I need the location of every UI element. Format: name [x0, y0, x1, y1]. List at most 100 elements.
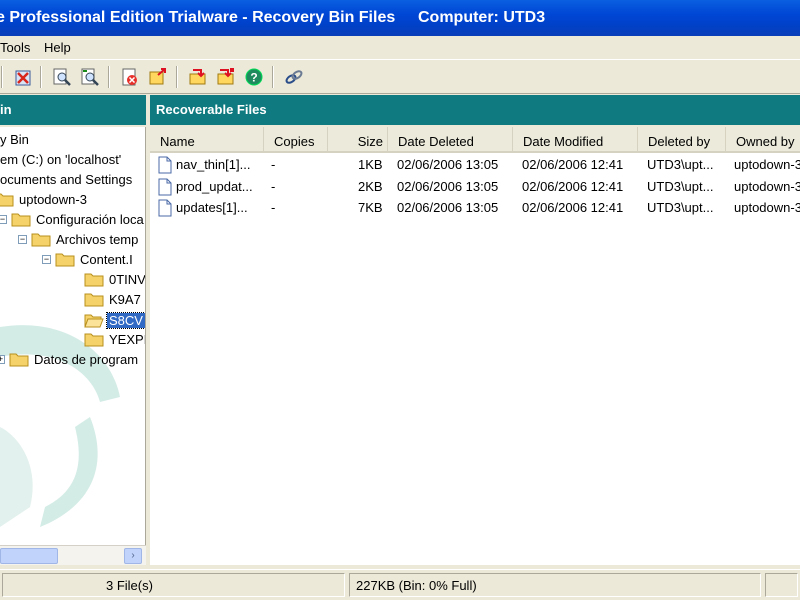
status-file-count: 3 File(s): [2, 573, 345, 597]
file-date-deleted: 02/06/2006 13:05: [397, 200, 499, 215]
file-date-modified: 02/06/2006 12:41: [522, 157, 624, 172]
file-name: nav_thin[1]...: [176, 157, 251, 172]
folder-icon: [84, 273, 104, 287]
file-size: 2KB: [358, 179, 383, 194]
tree-item-drive-c[interactable]: em (C:) on 'localhost': [0, 149, 123, 169]
file-icon: [158, 199, 172, 217]
folder-icon: [9, 353, 29, 367]
recover-icon: [189, 69, 206, 85]
collapse-icon[interactable]: −: [0, 214, 7, 224]
menu-help[interactable]: Help: [44, 40, 71, 55]
toolbar-separator: [1, 66, 3, 88]
folder-icon: [84, 333, 104, 347]
status-extra-panel: [765, 573, 798, 597]
tree-item-documents-settings[interactable]: ocuments and Settings: [0, 169, 134, 189]
tree-item-yexpi[interactable]: YEXPI: [84, 329, 145, 349]
recover-all-button[interactable]: [214, 66, 238, 88]
file-deleted-by: UTD3\upt...: [647, 157, 714, 172]
find-next-button[interactable]: [78, 66, 102, 88]
recover-all-icon: [217, 68, 234, 85]
help-button[interactable]: ?: [242, 66, 266, 88]
tree-item-0tinv[interactable]: 0TINV: [84, 269, 145, 289]
file-date-modified: 02/06/2006 12:41: [522, 200, 624, 215]
tree-item-s8cv-selected[interactable]: S8CV: [84, 310, 145, 330]
computer-name: Computer: UTD3: [418, 9, 546, 26]
column-header-owned-by[interactable]: Owned by: [726, 127, 800, 151]
column-header-date-deleted[interactable]: Date Deleted: [388, 127, 513, 151]
file-icon: [158, 156, 172, 174]
tree-item-archivos-temp[interactable]: − Archivos temp: [18, 229, 140, 249]
file-owned-by: uptodown-3: [734, 157, 800, 172]
recoverable-files-header: Recoverable Files: [150, 95, 800, 125]
scroll-right-arrow-icon[interactable]: ›: [124, 548, 142, 564]
tree-item-datos-programa[interactable]: + Datos de program: [0, 349, 140, 369]
toolbar-separator: [40, 66, 42, 88]
file-owned-by: uptodown-3: [734, 179, 800, 194]
empty-bin-icon: [15, 70, 31, 86]
file-date-deleted: 02/06/2006 13:05: [397, 157, 499, 172]
file-size: 1KB: [358, 157, 383, 172]
collapse-icon[interactable]: −: [42, 254, 51, 264]
file-size: 7KB: [358, 200, 383, 215]
tree-item-k9a7[interactable]: K9A7: [84, 289, 143, 309]
folder-tree[interactable]: y Bin em (C:) on 'localhost' ocuments an…: [0, 127, 146, 545]
title-bar[interactable]: e Professional Edition Trialware - Recov…: [0, 0, 800, 36]
file-deleted-by: UTD3\upt...: [647, 179, 714, 194]
toolbar-separator: [176, 66, 178, 88]
bin-tree-header-label: in: [0, 102, 12, 117]
recoverable-files-title: Recoverable Files: [156, 102, 267, 117]
find-button[interactable]: [50, 66, 74, 88]
menu-tools[interactable]: Tools: [0, 40, 30, 55]
file-date-modified: 02/06/2006 12:41: [522, 179, 624, 194]
tree-item-uptodown[interactable]: uptodown-3: [0, 189, 89, 209]
scroll-thumb[interactable]: [0, 548, 58, 564]
file-date-deleted: 02/06/2006 13:05: [397, 179, 499, 194]
table-row[interactable]: nav_thin[1]... - 1KB 02/06/2006 13:05 02…: [150, 155, 800, 176]
column-header-size[interactable]: Size: [328, 127, 388, 151]
tree-horizontal-scrollbar[interactable]: ›: [0, 545, 146, 565]
folder-icon: [11, 213, 31, 227]
folder-icon: [0, 193, 14, 207]
file-list[interactable]: Name Copies Size Date Deleted Date Modif…: [150, 127, 800, 565]
column-header-name[interactable]: Name: [150, 127, 264, 151]
menu-bar: Tools Help: [0, 36, 800, 60]
file-owned-by: uptodown-3: [734, 200, 800, 215]
restore-button[interactable]: [146, 66, 170, 88]
restore-icon: [149, 68, 166, 85]
tree-item-content[interactable]: − Content.I: [42, 249, 135, 269]
toolbar-separator: [272, 66, 274, 88]
recover-button[interactable]: [186, 66, 210, 88]
link-button[interactable]: [282, 66, 306, 88]
tree-item-recycle-bin[interactable]: y Bin: [0, 129, 31, 149]
collapse-icon[interactable]: −: [18, 234, 27, 244]
find-icon: [53, 68, 71, 86]
toolbar-separator: [108, 66, 110, 88]
file-copies: -: [271, 179, 276, 194]
file-deleted-by: UTD3\upt...: [647, 200, 714, 215]
find-next-icon: [81, 68, 99, 86]
empty-bin-button[interactable]: [11, 66, 35, 88]
file-icon: [158, 178, 172, 196]
status-bar: 3 File(s) 227KB (Bin: 0% Full): [0, 569, 800, 600]
file-name: prod_updat...: [176, 179, 253, 194]
help-icon: ?: [245, 68, 263, 86]
window-title: e Professional Edition Trialware - Recov…: [0, 9, 396, 26]
open-folder-icon: [84, 314, 104, 328]
table-row[interactable]: prod_updat... - 2KB 02/06/2006 13:05 02/…: [150, 177, 800, 198]
folder-icon: [31, 233, 51, 247]
file-copies: -: [271, 200, 276, 215]
folder-icon: [55, 253, 75, 267]
toolbar: ?: [0, 60, 800, 94]
delete-button[interactable]: [118, 66, 142, 88]
table-row[interactable]: updates[1]... - 7KB 02/06/2006 13:05 02/…: [150, 198, 800, 219]
tree-item-configuracion[interactable]: − Configuración loca: [0, 209, 145, 229]
column-header-row: Name Copies Size Date Deleted Date Modif…: [150, 127, 800, 153]
column-header-deleted-by[interactable]: Deleted by: [638, 127, 726, 151]
delete-icon: [122, 68, 137, 86]
column-header-copies[interactable]: Copies: [264, 127, 328, 151]
column-header-date-modified[interactable]: Date Modified: [513, 127, 638, 151]
expand-icon[interactable]: +: [0, 354, 5, 364]
file-name: updates[1]...: [176, 200, 248, 215]
bin-tree-header: in: [0, 95, 146, 125]
file-copies: -: [271, 157, 276, 172]
